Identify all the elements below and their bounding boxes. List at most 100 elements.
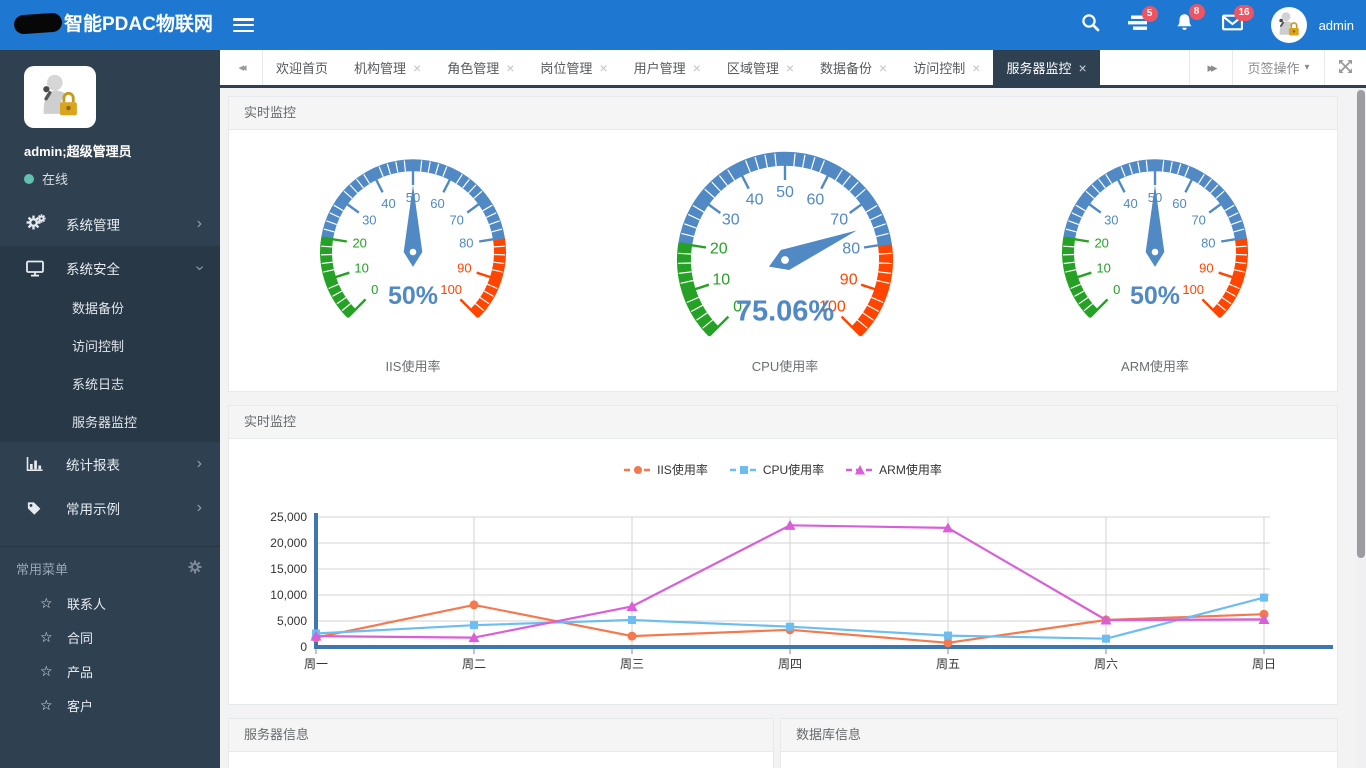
notifications-badge: 8	[1189, 4, 1205, 20]
svg-text:100: 100	[440, 282, 462, 297]
tab-数据备份[interactable]: 数据备份 ×	[807, 50, 900, 85]
tab-机构管理[interactable]: 机构管理×	[341, 50, 434, 85]
tab-close-icon[interactable]: ×	[599, 61, 607, 75]
svg-text:周三: 周三	[620, 657, 644, 671]
tab-服务器监控[interactable]: 服务器监控 ×	[993, 50, 1099, 85]
gauge-iis: 010203040506070809010050%IIS使用率	[246, 132, 580, 357]
username-label[interactable]: admin	[1319, 18, 1354, 33]
tab-close-icon[interactable]: ×	[1078, 61, 1086, 75]
svg-text:周六: 周六	[1094, 657, 1118, 671]
tab-close-icon[interactable]: ×	[972, 61, 980, 75]
sidebar-item-label: 系统管理	[66, 214, 120, 234]
svg-text:15,000: 15,000	[270, 562, 307, 576]
sidebar-item-系统管理[interactable]: 系统管理 ›	[0, 202, 220, 246]
tab-访问控制[interactable]: 访问控制×	[900, 50, 993, 85]
tab-欢迎首页[interactable]: 欢迎首页	[263, 50, 341, 85]
menu-group-系统管理: 系统管理 ›	[0, 202, 220, 246]
quick-menu-header: 常用菜单	[0, 546, 220, 586]
gauge-title: IIS使用率	[246, 356, 580, 375]
svg-text:90: 90	[840, 272, 858, 289]
svg-text:50%: 50%	[1130, 282, 1180, 310]
chevron-right-icon: ›	[197, 500, 202, 516]
svg-text:80: 80	[459, 236, 473, 251]
gauge-title: ARM使用率	[988, 356, 1322, 375]
chevron-right-icon: ›	[197, 456, 202, 472]
svg-text:20: 20	[352, 236, 366, 251]
svg-text:10,000: 10,000	[270, 588, 307, 602]
svg-text:100: 100	[1182, 282, 1204, 297]
tab-用户管理[interactable]: 用户管理×	[621, 50, 714, 85]
tab-close-icon[interactable]: ×	[879, 61, 887, 75]
sidebar-subitem-访问控制[interactable]: 访问控制	[0, 328, 220, 366]
sidebar-toggle-button[interactable]	[233, 18, 254, 33]
tab-岗位管理[interactable]: 岗位管理×	[527, 50, 620, 85]
legend-item-CPU使用率[interactable]: CPU使用率	[730, 461, 824, 478]
tab-label: 数据备份	[820, 58, 872, 77]
tab-角色管理[interactable]: 角色管理×	[434, 50, 527, 85]
tab-close-icon[interactable]: ×	[506, 61, 514, 75]
monitor-icon	[26, 260, 54, 277]
svg-text:50: 50	[776, 184, 794, 201]
quick-item-客户[interactable]: ☆客户	[0, 688, 220, 722]
svg-text:周四: 周四	[778, 657, 802, 671]
notifications-button[interactable]: 8	[1175, 13, 1194, 37]
sidebar-item-系统安全[interactable]: 系统安全›	[0, 246, 220, 290]
tab-区域管理[interactable]: 区域管理×	[714, 50, 807, 85]
online-dot-icon	[24, 174, 34, 184]
scrollbar-thumb[interactable]	[1357, 90, 1365, 558]
messages-button[interactable]: 16	[1222, 14, 1243, 36]
svg-text:70: 70	[830, 212, 848, 229]
gears-icon	[26, 215, 54, 233]
svg-text:30: 30	[1104, 212, 1118, 227]
sidebar-subitem-服务器监控[interactable]: 服务器监控	[0, 404, 220, 442]
legend-item-IIS使用率[interactable]: IIS使用率	[624, 461, 708, 478]
sidebar-item-常用示例[interactable]: 常用示例›	[0, 486, 220, 530]
profile-avatar[interactable]	[24, 66, 96, 128]
tab-close-icon[interactable]: ×	[693, 61, 701, 75]
avatar-figure-icon	[1274, 10, 1304, 40]
chevron-down-icon: ›	[191, 265, 207, 270]
page-scrollbar[interactable]	[1356, 88, 1366, 768]
svg-text:80: 80	[1201, 236, 1215, 251]
legend-marker-icon	[624, 464, 652, 476]
caret-down-icon: ▾	[1304, 62, 1309, 73]
tab-label: 欢迎首页	[276, 58, 328, 77]
svg-text:20: 20	[710, 241, 728, 258]
quick-item-联系人[interactable]: ☆联系人	[0, 586, 220, 620]
star-icon: ☆	[40, 697, 67, 714]
svg-text:20,000: 20,000	[270, 536, 307, 550]
legend-label: ARM使用率	[879, 461, 942, 478]
search-button[interactable]	[1081, 13, 1100, 37]
quick-item-产品[interactable]: ☆产品	[0, 654, 220, 688]
svg-text:90: 90	[1199, 261, 1213, 276]
gauge-cpu: 010203040506070809010075.06%CPU使用率	[585, 132, 985, 357]
tab-close-icon[interactable]: ×	[786, 61, 794, 75]
sidebar: admin;超级管理员 在线 系统管理›系统安全›数据备份访问控制系统日志服务器…	[0, 50, 220, 768]
sidebar-item-统计报表[interactable]: 统计报表›	[0, 442, 220, 486]
sidebar-subitem-系统日志[interactable]: 系统日志	[0, 366, 220, 404]
tasks-button[interactable]: 5	[1128, 15, 1147, 36]
tabs-scroll-left-button[interactable]: ◂◂	[220, 50, 263, 85]
gear-icon[interactable]	[188, 560, 202, 577]
tab-operations-dropdown[interactable]: 页签操作 ▾	[1232, 50, 1324, 85]
svg-text:40: 40	[1123, 196, 1137, 211]
menu-group-系统安全: 系统安全›数据备份访问控制系统日志服务器监控	[0, 246, 220, 442]
svg-text:5,000: 5,000	[277, 614, 307, 628]
fullscreen-toggle-button[interactable]	[1324, 50, 1366, 85]
user-avatar[interactable]	[1271, 7, 1307, 43]
sidebar-subitem-数据备份[interactable]: 数据备份	[0, 290, 220, 328]
sidebar-menu: 系统管理›系统安全›数据备份访问控制系统日志服务器监控统计报表›常用示例›	[0, 202, 220, 530]
quick-item-合同[interactable]: ☆合同	[0, 620, 220, 654]
tab-close-icon[interactable]: ×	[413, 61, 421, 75]
gauges-body: 010203040506070809010050%IIS使用率 01020304…	[229, 130, 1337, 391]
chevron-right-icon: ›	[197, 216, 202, 232]
bar-chart-icon	[26, 456, 54, 472]
svg-text:40: 40	[746, 191, 764, 208]
profile-name[interactable]: admin;超级管理员	[24, 141, 220, 160]
legend-item-ARM使用率[interactable]: ARM使用率	[846, 461, 942, 478]
server-info-panel: 服务器信息	[228, 718, 774, 768]
tab-label: 服务器监控	[1006, 58, 1071, 77]
tabs-scroll-right-button[interactable]: ▸▸	[1189, 50, 1232, 85]
avatar-figure-icon	[32, 71, 88, 123]
hamburger-icon	[233, 18, 254, 21]
